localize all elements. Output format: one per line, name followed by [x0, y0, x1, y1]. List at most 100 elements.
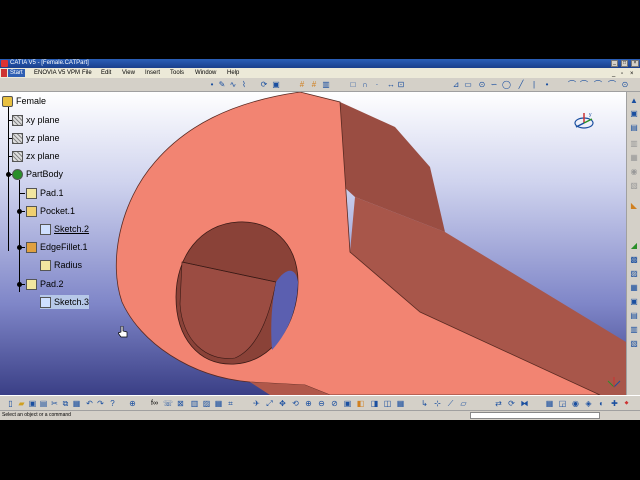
profile-icon[interactable]: ⊿ — [452, 81, 460, 89]
pad-icon[interactable]: ▣ — [630, 110, 638, 118]
tree-sketch3[interactable]: Sketch.3 — [40, 295, 90, 309]
paste-icon[interactable]: ▦ — [72, 399, 81, 408]
copy-icon[interactable]: ⧉ — [61, 399, 70, 408]
split-icon[interactable]: ▥ — [630, 326, 638, 334]
dimension-icon[interactable]: ↔ — [387, 81, 395, 89]
zoom-in-icon[interactable]: ⊕ — [304, 399, 313, 408]
scan-icon[interactable]: ▦ — [396, 399, 405, 408]
rules-icon[interactable]: ⊠ — [176, 399, 185, 408]
catalog-icon[interactable]: ▦ — [214, 399, 223, 408]
circle-icon[interactable]: ⊙ — [478, 81, 486, 89]
construction-icon[interactable]: ▥ — [322, 81, 330, 89]
shell-icon[interactable]: ▩ — [630, 256, 638, 264]
tree-pad2[interactable]: Pad.2 — [26, 277, 64, 291]
curvature-icon[interactable]: ◐ — [597, 399, 606, 408]
fillet-icon[interactable]: ◣ — [630, 202, 638, 210]
tree-edgefillet1[interactable]: EdgeFillet.1 — [26, 240, 88, 254]
grid-icon[interactable]: # — [298, 81, 306, 89]
pattern-icon[interactable]: ⌇ — [240, 81, 248, 89]
maximize-icon[interactable]: □ — [621, 60, 628, 67]
rib-icon[interactable]: ▧ — [630, 182, 638, 190]
groove-icon[interactable]: ▦ — [630, 154, 638, 162]
apply-material-icon[interactable]: ▨ — [202, 399, 211, 408]
redo-icon[interactable]: ↷ — [96, 399, 105, 408]
dot-icon[interactable]: • — [208, 81, 216, 89]
tree-xy-plane[interactable]: xy plane — [12, 113, 60, 127]
command-input[interactable] — [470, 412, 600, 419]
rectangle-icon[interactable]: ▭ — [464, 81, 472, 89]
quick-view-icon[interactable]: ▣ — [343, 399, 352, 408]
fly-mode-icon[interactable]: ✈ — [252, 399, 261, 408]
point-tool-icon[interactable]: ⊹ — [433, 399, 442, 408]
axis-system-icon[interactable]: ↳ — [420, 399, 429, 408]
edgefillet-expand-toggle[interactable] — [17, 245, 22, 250]
pad2-expand-toggle[interactable] — [17, 282, 22, 287]
line-tool-icon[interactable]: ⟋ — [446, 399, 455, 408]
tree-pocket1[interactable]: Pocket.1 — [26, 204, 75, 218]
menu-view[interactable]: View — [122, 68, 135, 78]
menu-tools[interactable]: Tools — [170, 68, 184, 78]
cube-icon[interactable]: ▣ — [272, 81, 280, 89]
shading-icon[interactable]: ◧ — [356, 399, 365, 408]
zoom-out-icon[interactable]: ⊖ — [317, 399, 326, 408]
tree-radius[interactable]: Radius — [40, 258, 82, 272]
snap-icon[interactable]: # — [310, 81, 318, 89]
curve-icon[interactable]: ∿ — [229, 81, 237, 89]
tree-partbody[interactable]: PartBody — [12, 167, 63, 181]
rotate-feature-icon[interactable]: ⟳ — [507, 399, 516, 408]
tree-pad1[interactable]: Pad.1 — [26, 186, 64, 200]
chamfer-icon[interactable]: ⌒ — [580, 81, 588, 89]
print-icon[interactable]: ▤ — [39, 399, 48, 408]
menu-window[interactable]: Window — [195, 68, 216, 78]
refresh-icon[interactable]: ⟳ — [260, 81, 268, 89]
thread-icon[interactable]: ▦ — [630, 284, 638, 292]
boolean-icon[interactable]: ▧ — [630, 340, 638, 348]
save-icon[interactable]: ▣ — [28, 399, 37, 408]
compass-icon[interactable]: y — [572, 110, 596, 132]
formula-icon[interactable]: f∞ — [150, 399, 159, 408]
pocket-expand-toggle[interactable] — [17, 209, 22, 214]
fit-all-icon[interactable]: ⤢ — [265, 399, 274, 408]
thickness-icon[interactable]: ▨ — [630, 270, 638, 278]
new-icon[interactable]: ▯ — [6, 399, 15, 408]
undo-icon[interactable]: ↶ — [85, 399, 94, 408]
analysis-icon[interactable]: ◉ — [571, 399, 580, 408]
menu-edit[interactable]: Edit — [101, 68, 111, 78]
normal-view-icon[interactable]: ⊘ — [330, 399, 339, 408]
knowledge-icon[interactable]: ⊕ — [128, 399, 137, 408]
minimize-icon[interactable]: _ — [611, 60, 618, 67]
magnet-icon[interactable]: ∩ — [361, 81, 369, 89]
constraint-icon[interactable]: ⊙ — [621, 81, 629, 89]
mirror-feature-icon[interactable]: ⧓ — [520, 399, 529, 408]
cut-icon[interactable]: ✂ — [50, 399, 59, 408]
plane-tool-icon[interactable]: ▱ — [459, 399, 468, 408]
swap-space-icon[interactable]: ◫ — [383, 399, 392, 408]
remove-face-icon[interactable]: ▣ — [630, 298, 638, 306]
draft-analysis-icon[interactable]: ◈ — [584, 399, 593, 408]
scaling-icon[interactable]: ◲ — [558, 399, 567, 408]
comment-icon[interactable]: ☏ — [163, 399, 173, 408]
spline-icon[interactable]: ∽ — [490, 81, 498, 89]
line-icon[interactable]: ╱ — [517, 81, 525, 89]
menu-help[interactable]: Help — [227, 68, 239, 78]
hole-icon[interactable]: ◉ — [630, 168, 638, 176]
replace-face-icon[interactable]: ▤ — [630, 312, 638, 320]
measure-icon[interactable]: ⌗ — [226, 399, 235, 408]
lock-icon[interactable]: ⊡ — [397, 81, 405, 89]
close-icon[interactable]: × — [631, 60, 639, 67]
whats-this-icon[interactable]: ? — [108, 399, 117, 408]
corner-icon[interactable]: ⌒ — [568, 81, 576, 89]
exit-workbench-icon[interactable]: ▲ — [630, 97, 638, 105]
menu-start[interactable]: Start — [8, 69, 25, 77]
tree-sketch2[interactable]: Sketch.2 — [40, 222, 89, 236]
partbody-expand-toggle[interactable] — [6, 172, 11, 177]
tree-root-female[interactable]: Female — [2, 94, 46, 108]
open-icon[interactable]: ▰ — [17, 399, 26, 408]
pattern-feature-icon[interactable]: ▦ — [545, 399, 554, 408]
pocket-icon[interactable]: ▤ — [630, 124, 638, 132]
pan-icon[interactable]: ✥ — [278, 399, 287, 408]
tree-zx-plane[interactable]: zx plane — [12, 149, 60, 163]
menu-insert[interactable]: Insert — [145, 68, 160, 78]
rotate-icon[interactable]: ⟲ — [291, 399, 300, 408]
threed-compass-icon[interactable]: ✚ — [610, 399, 619, 408]
